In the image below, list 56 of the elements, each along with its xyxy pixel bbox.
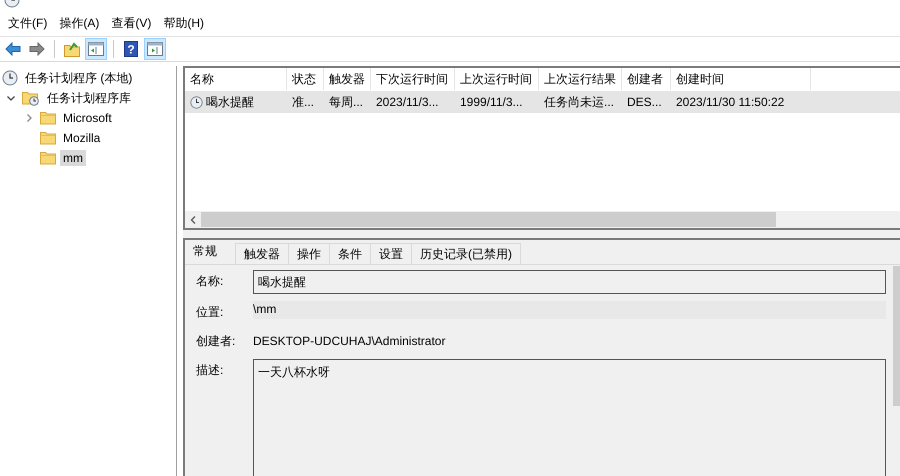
- column-header[interactable]: 创建时间: [671, 68, 811, 90]
- tree-item[interactable]: 任务计划程序库: [44, 88, 134, 108]
- table-cell: DES...: [627, 95, 662, 109]
- folder-icon: [40, 151, 56, 165]
- name-field[interactable]: 喝水提醒: [253, 270, 886, 294]
- field-label: 位置:: [196, 304, 224, 321]
- menu-item[interactable]: 文件(F): [2, 14, 54, 32]
- column-header[interactable]: 状态: [287, 68, 324, 90]
- table-cell: 1999/11/3...: [460, 95, 522, 109]
- tree-item[interactable]: Mozilla: [60, 130, 104, 146]
- folder-clock-icon: [22, 90, 40, 106]
- location-field[interactable]: \mm: [253, 301, 886, 319]
- tab[interactable]: 触发器: [235, 243, 289, 264]
- author-text: DESKTOP-UDCUHAJ\Administrator: [253, 333, 446, 350]
- column-header[interactable]: 名称: [185, 68, 287, 90]
- clock-icon: [2, 70, 18, 86]
- column-header[interactable]: 上次运行结果: [539, 68, 622, 90]
- expand-chevron-icon[interactable]: [24, 113, 34, 123]
- table-cell: 2023/11/3...: [376, 95, 438, 109]
- table-cell: 喝水提醒: [206, 94, 254, 110]
- tree-item[interactable]: 任务计划程序 (本地): [22, 68, 136, 88]
- menu-item[interactable]: 帮助(H): [157, 14, 210, 32]
- tab[interactable]: 历史记录(已禁用): [411, 243, 521, 264]
- horizontal-scrollbar[interactable]: [185, 211, 900, 228]
- folder-icon: [40, 131, 56, 145]
- table-cell: 准...: [292, 94, 314, 110]
- task-clock-icon: [190, 96, 203, 108]
- scroll-left-icon[interactable]: [190, 216, 196, 224]
- table-cell: 每周...: [329, 94, 364, 110]
- tree-item[interactable]: Microsoft: [60, 110, 115, 126]
- column-header[interactable]: 下次运行时间: [371, 68, 455, 90]
- column-header[interactable]: 上次运行时间: [455, 68, 539, 90]
- collapse-chevron-icon[interactable]: [6, 93, 16, 103]
- tree-item[interactable]: mm: [60, 150, 86, 166]
- help-icon: ?: [124, 41, 138, 57]
- folder-icon: [40, 111, 56, 125]
- column-header[interactable]: 触发器: [324, 68, 371, 90]
- table-cell: 任务尚未运...: [544, 94, 614, 110]
- description-field[interactable]: 一天八杯水呀: [253, 359, 886, 476]
- pane-toggle-icon: [88, 42, 104, 56]
- table-cell: 2023/11/30 11:50:22: [676, 95, 784, 109]
- menu-item[interactable]: 查看(V): [105, 14, 158, 32]
- field-label: 名称:: [196, 273, 224, 290]
- toolbar-button[interactable]: [85, 38, 107, 60]
- forward-arrow-icon: [29, 42, 45, 56]
- panel-toggle-icon: [147, 42, 163, 56]
- toolbar-button[interactable]: ?: [120, 38, 142, 60]
- folder-up-icon: [64, 41, 80, 57]
- menu-item[interactable]: 操作(A): [53, 14, 106, 32]
- field-label: 描述:: [196, 362, 224, 379]
- column-header[interactable]: 创建者: [622, 68, 671, 90]
- task-row[interactable]: 喝水提醒 准... 每周... 2023/11/3... 1999/11/3... 任务尚未运... DES... 2023/11/30 11:50:22: [185, 91, 900, 113]
- field-label: 创建者:: [196, 333, 236, 350]
- back-arrow-icon: [5, 42, 21, 56]
- vertical-scrollbar[interactable]: [893, 266, 900, 406]
- toolbar-button[interactable]: [144, 38, 166, 60]
